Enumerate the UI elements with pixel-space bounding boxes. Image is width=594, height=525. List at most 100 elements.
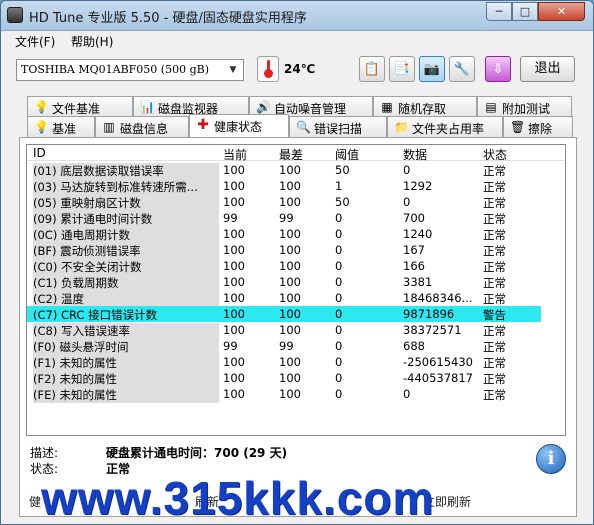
header-id[interactable]: ID — [33, 146, 46, 160]
bottom-left-text: 健 — [29, 495, 42, 509]
tab-label: 错误扫描 — [314, 122, 363, 136]
copy-info-button[interactable]: 📑 — [389, 56, 415, 82]
cell-data: -440537817 — [403, 371, 473, 385]
dropdown-arrow-icon[interactable]: ▼ — [225, 62, 241, 78]
cell-current: 100 — [223, 179, 245, 193]
cell-worst: 100 — [279, 371, 301, 385]
smart-table[interactable]: ID 当前 最差 阈值 数据 状态 (01) 底层数据读取错误率 100 100 50… — [26, 144, 566, 436]
tab-random-access[interactable]: ▦ 随机存取 — [373, 96, 477, 117]
tab-extra-tests[interactable]: ▤ 附加测试 — [477, 96, 572, 117]
close-button[interactable]: ✕ — [538, 2, 585, 21]
table-row[interactable]: (C8) 写入错误速率 100 100 0 38372571 正常 — [27, 322, 541, 339]
cell-data: 1240 — [403, 227, 433, 241]
cell-status: 正常 — [483, 388, 506, 402]
cell-data: 9871896 — [403, 307, 455, 321]
cell-worst: 100 — [279, 387, 301, 401]
cell-status: 警告 — [483, 308, 506, 322]
cell-current: 99 — [223, 339, 238, 353]
table-row[interactable]: (C2) 温度 100 100 0 18468346... 正常 — [27, 290, 541, 307]
table-row[interactable]: (F2) 未知的属性 100 100 0 -440537817 正常 — [27, 370, 541, 387]
cell-current: 100 — [223, 387, 245, 401]
folder-icon: 📁 — [394, 120, 409, 134]
cell-status: 正常 — [483, 212, 506, 226]
cell-id: (01) 底层数据读取错误率 — [33, 163, 219, 179]
window-title: HD Tune 专业版 5.50 - 硬盘/固态硬盘实用程序 — [29, 11, 307, 26]
drive-select[interactable]: TOSHIBA MQ01ABF050 (500 gB) ▼ — [16, 59, 244, 81]
table-row[interactable]: (05) 重映射扇区计数 100 100 50 0 正常 — [27, 194, 541, 211]
cell-current: 100 — [223, 163, 245, 177]
cell-worst: 99 — [279, 211, 294, 225]
cell-worst: 100 — [279, 323, 301, 337]
cell-worst: 99 — [279, 339, 294, 353]
exit-button[interactable]: 退出 — [520, 56, 575, 82]
copy-text-icon: 📋 — [363, 61, 381, 77]
table-row[interactable]: (0C) 通电周期计数 100 100 0 1240 正常 — [27, 226, 541, 243]
cell-status: 正常 — [483, 196, 506, 210]
temperature-readout: 24℃ — [284, 62, 316, 76]
tab-label: 文件基准 — [52, 102, 101, 116]
table-row[interactable]: (01) 底层数据读取错误率 100 100 50 0 正常 — [27, 162, 541, 179]
tab-file-benchmark[interactable]: 💡 文件基准 — [27, 96, 133, 117]
header-data[interactable]: 数据 — [403, 146, 427, 163]
minimize-button[interactable]: ─ — [486, 2, 512, 21]
cell-threshold: 0 — [335, 243, 343, 257]
tab-error-scan[interactable]: 🔍 错误扫描 — [289, 116, 387, 137]
cell-worst: 100 — [279, 163, 301, 177]
cell-id: (F1) 未知的属性 — [33, 355, 219, 371]
cell-id: (C0) 不安全关闭计数 — [33, 259, 219, 275]
options-button[interactable]: 🔧 — [449, 56, 475, 82]
menu-help[interactable]: 帮助(H) — [71, 33, 113, 50]
table-row[interactable]: (C0) 不安全关闭计数 100 100 0 166 正常 — [27, 258, 541, 275]
table-row[interactable]: (F1) 未知的属性 100 100 0 -250615430 正常 — [27, 354, 541, 371]
table-row[interactable]: (09) 累计通电时间计数 99 99 0 700 正常 — [27, 210, 541, 227]
menu-file[interactable]: 文件(F) — [15, 33, 55, 50]
table-row[interactable]: (FE) 未知的属性 100 100 0 0 正常 — [27, 386, 541, 403]
cell-threshold: 0 — [335, 323, 343, 337]
tab-benchmark[interactable]: 💡 基准 — [27, 116, 95, 137]
cell-current: 100 — [223, 195, 245, 209]
cell-id: (09) 累计通电时间计数 — [33, 211, 219, 227]
cell-status: 正常 — [483, 372, 506, 386]
cell-id: (BF) 震动侦测错误率 — [33, 243, 219, 259]
cell-id: (C7) CRC 接口错误计数 — [33, 308, 158, 322]
cell-status: 正常 — [483, 164, 506, 178]
table-row[interactable]: (C1) 负载周期数 100 100 0 3381 正常 — [27, 274, 541, 291]
watermark-text: www.315kkk.com — [41, 472, 435, 524]
header-threshold[interactable]: 阈值 — [335, 146, 359, 163]
health-panel: ID 当前 最差 阈值 数据 状态 (01) 底层数据读取错误率 100 100 50… — [19, 137, 577, 517]
tab-health[interactable]: ✚ 健康状态 — [189, 114, 289, 137]
cell-current: 100 — [223, 323, 245, 337]
header-current[interactable]: 当前 — [223, 146, 247, 163]
disk-monitor-icon: 📊 — [140, 100, 155, 114]
copy-text-button[interactable]: 📋 — [359, 56, 385, 82]
tab-disk-info[interactable]: ▥ 磁盘信息 — [95, 116, 189, 137]
header-status[interactable]: 状态 — [483, 146, 507, 163]
table-row[interactable]: (F0) 磁头悬浮时间 99 99 0 688 正常 — [27, 338, 541, 355]
speaker-icon: 🔊 — [256, 100, 271, 114]
cell-data: 0 — [403, 195, 411, 209]
save-button[interactable]: ⇩ — [485, 56, 511, 82]
table-row[interactable]: (BF) 震动侦测错误率 100 100 0 167 正常 — [27, 242, 541, 259]
cell-status: 正常 — [483, 276, 506, 290]
options-wrench-icon: 🔧 — [453, 61, 471, 77]
cell-current: 100 — [223, 275, 245, 289]
header-worst[interactable]: 最差 — [279, 146, 303, 163]
table-row[interactable]: (03) 马达旋转到标准转速所需... 100 100 1 1292 正常 — [27, 178, 541, 195]
cell-data: 18468346... — [403, 291, 473, 305]
cell-worst: 100 — [279, 355, 301, 369]
benchmark-icon: 💡 — [34, 120, 49, 134]
screenshot-button[interactable]: 📷 — [419, 56, 445, 82]
tab-folder-usage[interactable]: 📁 文件夹占用率 — [387, 116, 503, 137]
cell-worst: 100 — [279, 275, 301, 289]
hd-tune-app-icon — [7, 7, 23, 23]
tab-label: 附加测试 — [502, 102, 551, 116]
info-icon[interactable]: i — [536, 444, 566, 474]
cell-current: 100 — [223, 371, 245, 385]
table-header: ID 当前 最差 阈值 数据 状态 — [27, 145, 565, 163]
tab-erase[interactable]: 🗑 擦除 — [503, 116, 573, 137]
cell-worst: 100 — [279, 291, 301, 305]
tab-label: 文件夹占用率 — [412, 122, 485, 136]
table-row[interactable]: (C7) CRC 接口错误计数 100 100 0 9871896 警告 — [27, 306, 541, 322]
cell-id: (05) 重映射扇区计数 — [33, 195, 219, 211]
maximize-button[interactable]: □ — [512, 2, 538, 21]
